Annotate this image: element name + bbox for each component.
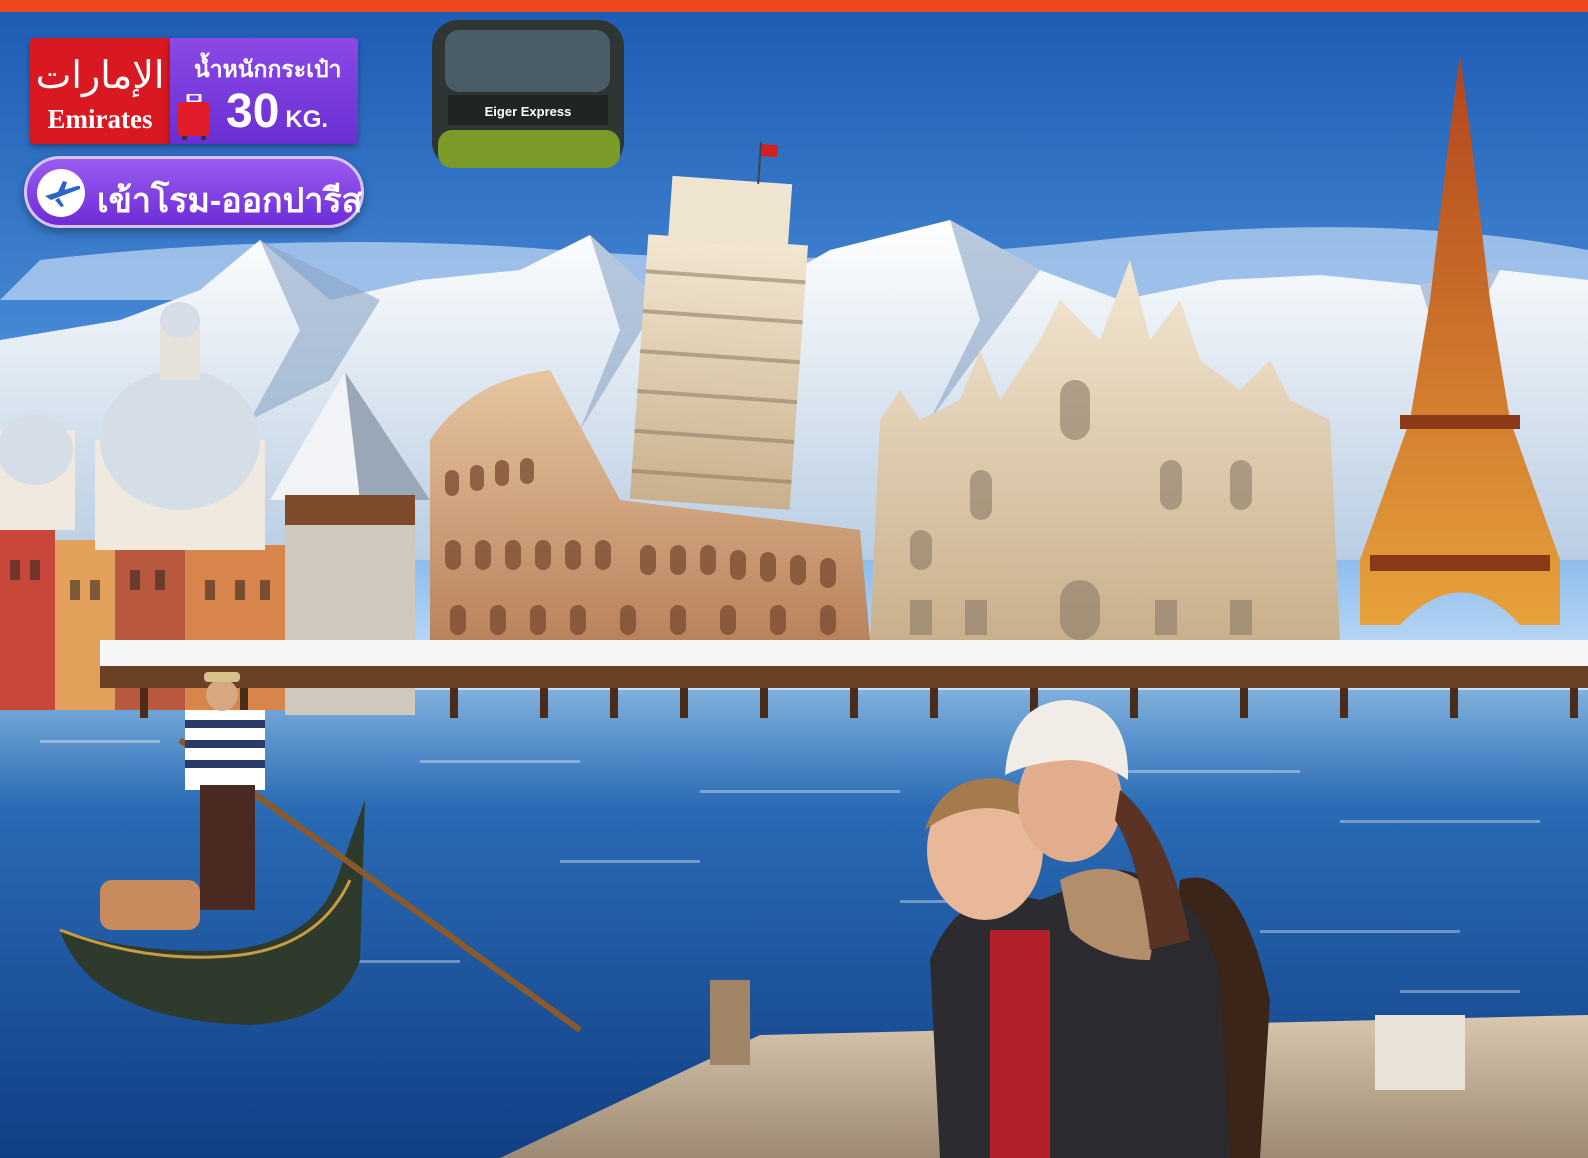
dock-post: [710, 980, 750, 1065]
emirates-badge: الإمارات Emirates: [30, 38, 170, 144]
emirates-arabic-logo: الإمارات: [35, 53, 165, 97]
route-text: เข้าโรม-ออกปารีส: [97, 182, 363, 220]
eiger-express-cable-car: Eiger Express: [432, 20, 624, 168]
baggage-badge: น้ำหนักกระเป๋า 30 KG.: [170, 38, 358, 144]
baggage-weight: 30 KG.: [226, 84, 328, 139]
airline-name: Emirates: [47, 104, 153, 134]
suitcase-icon: [178, 94, 210, 140]
tour-banner: Eiger Express الإمارات Emirates น้ำหนักก…: [0, 0, 1588, 1158]
plane-badge: [37, 169, 85, 217]
weight-value: 30: [226, 85, 280, 138]
route-pill: เข้าโรม-ออกปารีส: [24, 156, 364, 228]
airplane-icon: [45, 181, 81, 207]
weight-unit: KG.: [285, 106, 329, 133]
baggage-label: น้ำหนักกระเป๋า: [194, 56, 342, 82]
dock-box: [1375, 1015, 1465, 1090]
cable-car-label: Eiger Express: [485, 104, 572, 119]
top-accent-bar: [0, 0, 1588, 12]
